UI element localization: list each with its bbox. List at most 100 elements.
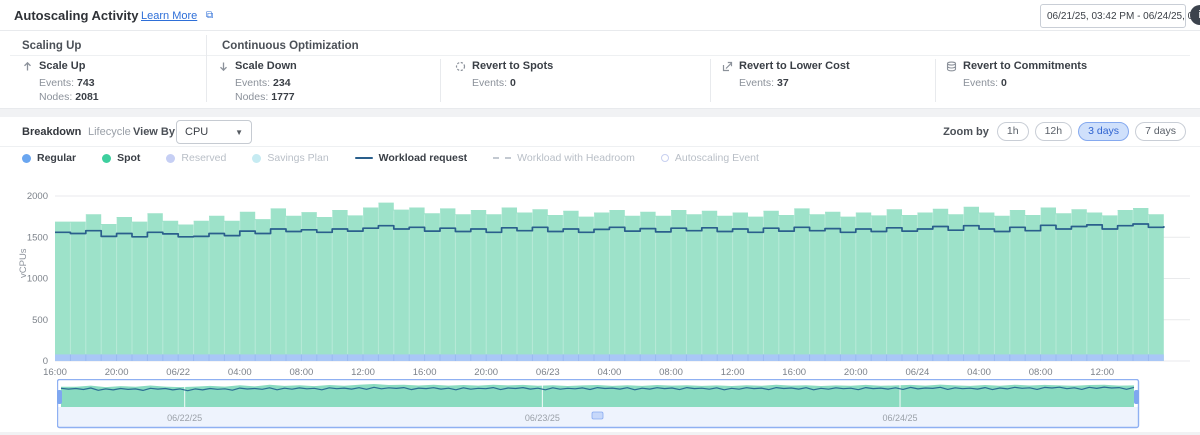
card-title: Revert to Lower Cost [739,60,850,72]
group-title-scaling-up: Scaling Up [22,40,81,52]
card-revert-to-lower-cost: Revert to Lower Cost Events:37 [722,60,850,89]
svg-text:06/24: 06/24 [906,367,930,378]
divider [440,59,441,102]
legend-label: Reserved [181,152,226,164]
svg-text:04:00: 04:00 [228,367,252,378]
legend-label: Savings Plan [267,152,328,164]
legend-item[interactable]: Savings Plan [252,152,328,164]
brush-handle-left[interactable] [57,390,62,404]
svg-text:20:00: 20:00 [474,367,498,378]
legend-item[interactable]: Spot [102,152,140,164]
zoom-by-group: Zoom by 1h 12h 3 days 7 days [943,122,1186,141]
date-range-value: 06/21/25, 03:42 PM - 06/24/25, 03:42 PM [1047,11,1200,22]
card-title: Revert to Commitments [963,60,1087,72]
svg-text:1500: 1500 [27,232,48,243]
info-icon[interactable]: i [1190,5,1200,25]
view-by-value: CPU [185,126,235,138]
legend-label: Autoscaling Event [675,152,759,164]
stat-nodes: Nodes:2081 [39,91,99,103]
svg-text:1000: 1000 [27,274,48,285]
divider [710,59,711,102]
svg-text:16:00: 16:00 [782,367,806,378]
card-scale-down: Scale Down Events:234 Nodes:1777 [218,60,297,103]
zoom-pill-1h[interactable]: 1h [997,122,1029,141]
legend-item[interactable]: Workload request [355,152,468,164]
autoscaling-activity-page: Autoscaling Activity Learn More ⧉ 06/21/… [0,0,1200,435]
card-revert-to-commitments: Revert to Commitments Events:0 [946,60,1087,89]
tab-breakdown[interactable]: Breakdown [22,126,81,138]
chevron-down-icon: ▼ [235,128,243,137]
legend-item[interactable]: Reserved [166,152,226,164]
svg-text:04:00: 04:00 [598,367,622,378]
svg-text:06/23: 06/23 [536,367,560,378]
svg-text:500: 500 [32,315,48,326]
view-by-select[interactable]: CPU ▼ [176,120,252,144]
chart-legend: Regular Spot Reserved Savings Plan Workload … [22,152,759,164]
card-title: Revert to Spots [472,60,553,72]
legend-swatch-icon [493,157,511,159]
zoom-pill-12h[interactable]: 12h [1035,122,1073,141]
divider [935,59,936,102]
arrow-diagonal-icon [722,61,733,72]
svg-text:2000: 2000 [27,191,48,202]
spot-icon [455,61,466,72]
svg-text:12:00: 12:00 [1090,367,1114,378]
arrow-down-icon [218,61,229,72]
legend-swatch-icon [22,154,31,163]
legend-swatch-icon [166,154,175,163]
card-scale-up: Scale Up Events:743 Nodes:2081 [22,60,99,103]
svg-text:0: 0 [43,356,48,367]
divider [0,109,1200,117]
card-title: Scale Down [235,60,297,72]
view-by-label: View By [133,126,175,138]
stat-events: Events:0 [472,77,553,89]
legend-swatch-icon [661,154,669,162]
svg-text:08:00: 08:00 [659,367,683,378]
legend-label: Spot [117,152,140,164]
divider [10,55,1190,56]
arrow-up-icon [22,61,33,72]
legend-label: Workload with Headroom [517,152,635,164]
stat-events: Events:234 [235,77,297,89]
legend-item[interactable]: Workload with Headroom [493,152,635,164]
svg-text:20:00: 20:00 [844,367,868,378]
brush-grip[interactable] [592,412,603,419]
layers-icon [946,61,957,72]
page-title: Autoscaling Activity [14,8,138,23]
zoom-pill-7days[interactable]: 7 days [1135,122,1186,141]
page-header: Autoscaling Activity Learn More ⧉ 06/21/… [0,0,1200,31]
svg-text:16:00: 16:00 [413,367,437,378]
legend-item[interactable]: Autoscaling Event [661,152,759,164]
zoom-pill-3days[interactable]: 3 days [1078,122,1129,141]
svg-text:16:00: 16:00 [43,367,67,378]
svg-text:20:00: 20:00 [105,367,129,378]
svg-text:04:00: 04:00 [967,367,991,378]
brush-handle-right[interactable] [1134,390,1139,404]
card-revert-to-spots: Revert to Spots Events:0 [455,60,553,89]
date-range-picker[interactable]: 06/21/25, 03:42 PM - 06/24/25, 03:42 PM [1040,4,1186,28]
divider [206,35,207,102]
svg-text:06/22: 06/22 [166,367,190,378]
svg-text:08:00: 08:00 [1029,367,1053,378]
svg-text:08:00: 08:00 [290,367,314,378]
legend-swatch-icon [102,154,111,163]
external-link-icon: ⧉ [206,10,213,21]
stat-events: Events:743 [39,77,99,89]
stat-events: Events:37 [739,77,850,89]
svg-text:06/22/25: 06/22/25 [167,413,202,423]
main-chart: 0 500 1000 1500 2000 16:00 20:00 06/22 04:00 08:0… [0,185,1200,381]
svg-text:12:00: 12:00 [351,367,375,378]
stat-nodes: Nodes:1777 [235,91,297,103]
timeline-minimap-brush[interactable]: 06/22/2506/23/2506/24/25 [57,379,1141,432]
chart-controls: Breakdown Lifecycle View By CPU ▼ Zoom b… [0,117,1200,147]
learn-more-link[interactable]: Learn More [141,10,197,22]
svg-text:06/24/25: 06/24/25 [883,413,918,423]
stats-band: Scaling Up Continuous Optimization Scale… [0,31,1200,109]
tab-lifecycle[interactable]: Lifecycle [88,126,131,138]
zoom-by-label: Zoom by [943,126,989,138]
card-title: Scale Up [39,60,85,72]
svg-text:12:00: 12:00 [721,367,745,378]
legend-item[interactable]: Regular [22,152,76,164]
group-title-continuous-optimization: Continuous Optimization [222,40,359,52]
stat-events: Events:0 [963,77,1087,89]
